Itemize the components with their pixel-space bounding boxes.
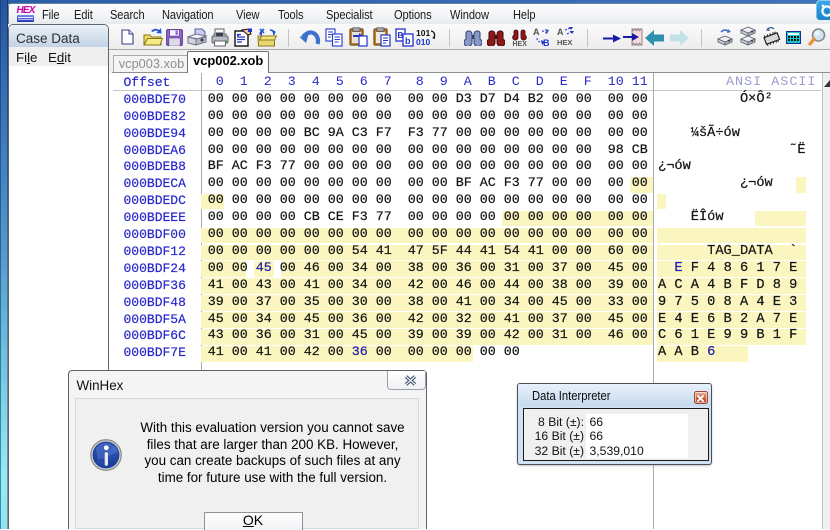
svg-text:b: b [405, 36, 411, 46]
svg-text:010: 010 [416, 37, 430, 47]
svg-text:A: A [557, 27, 564, 37]
svg-text:HEX: HEX [557, 38, 572, 47]
svg-text:A: A [533, 27, 540, 37]
svg-text:HEX: HEX [513, 41, 528, 47]
